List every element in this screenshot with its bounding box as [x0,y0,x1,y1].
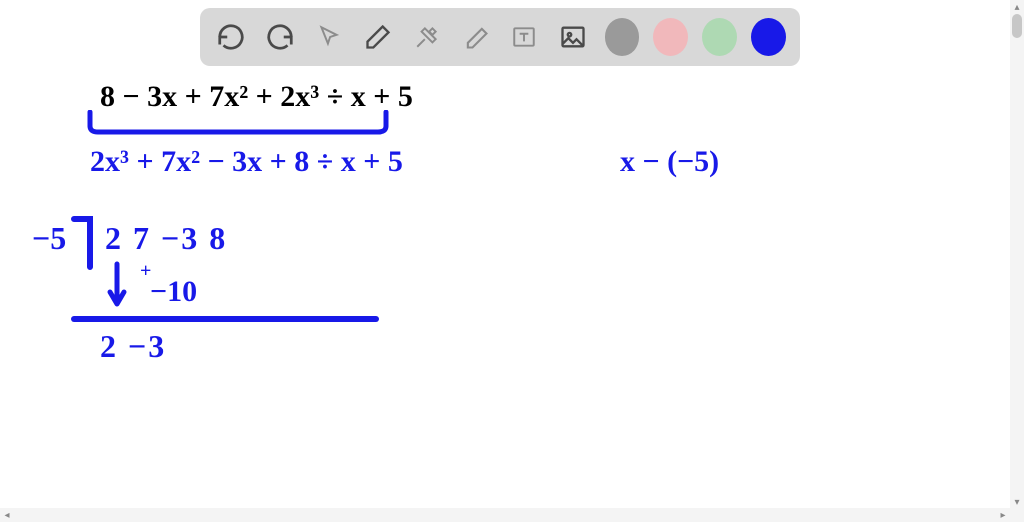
scroll-left-arrow[interactable]: ◂ [1,509,13,521]
expression-line-2: 2x³ + 7x² − 3x + 8 ÷ x + 5 [90,145,403,179]
expression-line-1: 8 − 3x + 7x² + 2x³ ÷ x + 5 [100,80,413,114]
undo-button[interactable] [214,18,249,56]
synthetic-divisor: −5 [32,220,66,257]
synthetic-result-row: 2 −3 [100,328,166,365]
drawing-toolbar [200,8,800,66]
vertical-scrollbar[interactable]: ▴ ▾ [1010,0,1024,522]
pointer-button[interactable] [312,18,347,56]
grouping-bracket [82,110,392,140]
color-gray-swatch[interactable] [605,18,640,56]
text-button[interactable] [507,18,542,56]
down-arrow-icon [106,260,128,312]
pencil-button[interactable] [361,18,396,56]
color-pink-swatch[interactable] [653,18,688,56]
image-button[interactable] [556,18,591,56]
synthetic-row-2: −10 [150,275,197,309]
color-blue-swatch[interactable] [751,18,786,56]
divisor-rewrite: x − (−5) [620,145,719,179]
tools-button[interactable] [409,18,444,56]
scroll-right-arrow[interactable]: ▸ [997,509,1009,521]
horizontal-scrollbar[interactable]: ◂ ▸ [0,508,1010,522]
drawing-canvas[interactable]: 8 − 3x + 7x² + 2x³ ÷ x + 5 2x³ + 7x² − 3… [0,70,1024,510]
eraser-button[interactable] [458,18,493,56]
scroll-up-arrow[interactable]: ▴ [1011,1,1023,13]
vertical-scrollbar-thumb[interactable] [1012,14,1022,38]
color-green-swatch[interactable] [702,18,737,56]
redo-button[interactable] [263,18,298,56]
scroll-down-arrow[interactable]: ▾ [1011,496,1023,508]
synthetic-row-1: 2 7 −3 8 [105,220,227,257]
synthetic-division-line [70,314,380,324]
synthetic-bracket [70,215,96,273]
